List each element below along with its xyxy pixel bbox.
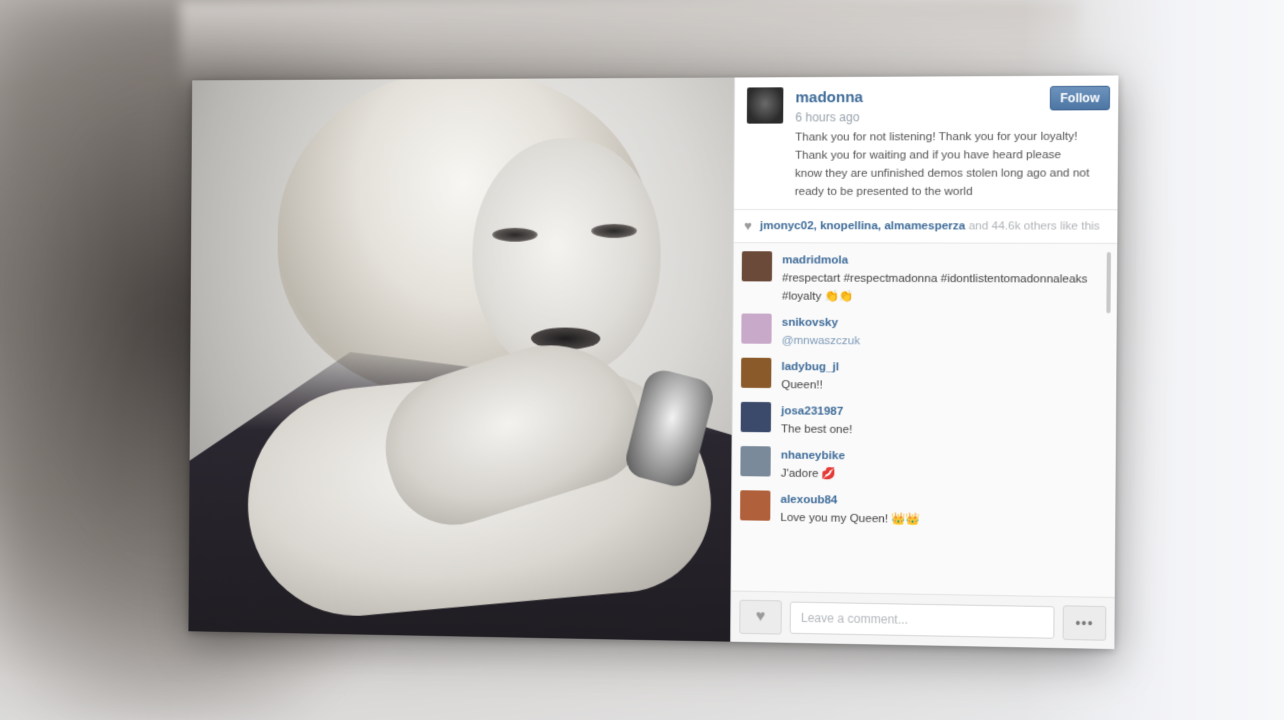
comment-item: nhaneybike J'adore 💋 [732, 442, 1116, 491]
post-caption: Thank you for not listening! Thank you f… [794, 130, 1090, 198]
comment-username[interactable]: josa231987 [781, 402, 852, 421]
comment-body: nhaneybike J'adore 💋 [781, 446, 845, 483]
like-button[interactable]: ♥ [739, 599, 782, 635]
more-options-button[interactable]: ••• [1062, 605, 1107, 641]
comment-text: #respectart #respectmadonna #idontlisten… [781, 272, 1088, 303]
comment-footer: ♥ ••• [731, 590, 1115, 650]
comment-avatar[interactable] [741, 251, 773, 282]
comment-body: snikovsky @mnwaszczuk [782, 314, 861, 351]
comment-avatar[interactable] [740, 490, 771, 521]
post-header: madonna 6 hours ago Thank you for not li… [734, 75, 1119, 211]
comment-username[interactable]: alexoub84 [780, 491, 920, 511]
comment-avatar[interactable] [741, 313, 772, 344]
comment-item: ladybug_jl Queen!! [733, 354, 1117, 401]
comments-scrollbar[interactable] [1106, 252, 1111, 314]
likes-text: jmonyc02, knopellina, almamesperza and 4… [760, 218, 1100, 235]
comment-avatar[interactable] [740, 446, 771, 477]
comment-username[interactable]: madridmola [782, 251, 1105, 270]
comment-item: alexoub84 Love you my Queen! 👑👑 [732, 486, 1116, 536]
comment-text: The best one! [780, 423, 853, 437]
comment-text: J'adore 💋 [780, 467, 837, 481]
comment-body: alexoub84 Love you my Queen! 👑👑 [780, 491, 920, 529]
comment-item: snikovsky @mnwaszczuk [733, 309, 1117, 356]
photo-eye-right [591, 223, 637, 238]
comment-avatar[interactable] [740, 357, 772, 389]
comment-input[interactable] [789, 601, 1055, 639]
comments-list[interactable]: madridmola #respectart #respectmadonna #… [731, 243, 1118, 598]
comment-item: madridmola #respectart #respectmadonna #… [733, 247, 1117, 311]
comment-text: Queen!! [781, 379, 823, 392]
comment-avatar[interactable] [740, 401, 772, 433]
post-sidebar: madonna 6 hours ago Thank you for not li… [730, 75, 1119, 650]
post-photo[interactable] [188, 77, 735, 642]
comment-mention-link[interactable]: @mnwaszczuk [782, 332, 861, 351]
comment-body: ladybug_jl Queen!! [781, 358, 839, 395]
post-timestamp[interactable]: 6 hours ago [795, 109, 1110, 124]
likes-count-text[interactable]: and 44.6k others like this [965, 220, 1100, 232]
comment-body: josa231987 The best one! [781, 402, 852, 439]
comment-text: Love you my Queen! 👑👑 [780, 511, 921, 526]
instagram-post-card: madonna 6 hours ago Thank you for not li… [188, 75, 1119, 650]
likes-summary: ♥ jmonyc02, knopellina, almamesperza and… [733, 210, 1118, 244]
comment-username[interactable]: nhaneybike [781, 446, 845, 465]
heart-icon: ♥ [755, 607, 766, 626]
follow-button[interactable]: Follow [1049, 85, 1111, 111]
likes-names[interactable]: jmonyc02, knopellina, almamesperza [760, 220, 965, 232]
comment-username[interactable]: ladybug_jl [781, 358, 839, 377]
photo-eye-left [492, 227, 538, 242]
comment-body: madridmola #respectart #respectmadonna #… [782, 251, 1105, 307]
avatar[interactable] [746, 87, 784, 124]
comment-item: josa231987 The best one! [733, 398, 1117, 446]
heart-icon: ♥ [744, 218, 752, 234]
comment-username[interactable]: snikovsky [782, 314, 861, 333]
